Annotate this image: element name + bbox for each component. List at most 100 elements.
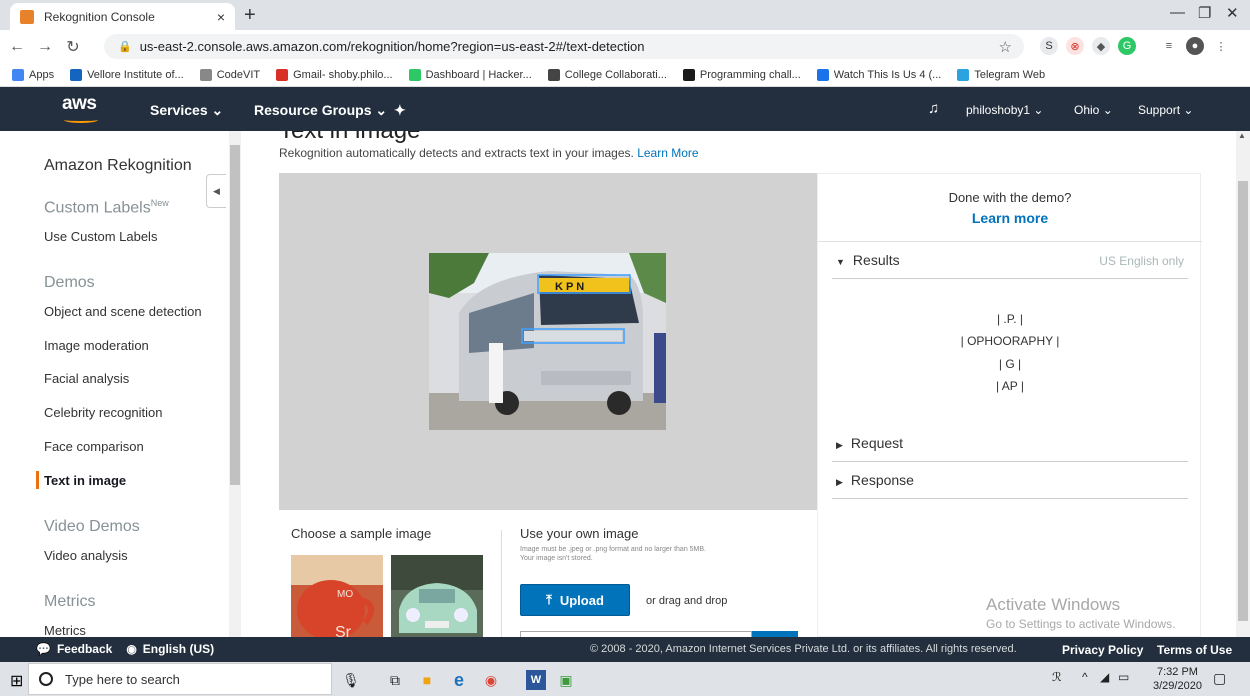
tab-title: Rekognition Console bbox=[44, 9, 155, 24]
resource-groups-menu[interactable]: Resource Groups ⌄ bbox=[254, 102, 387, 119]
language-selector[interactable]: English (US) bbox=[143, 642, 214, 656]
app-icon[interactable]: ▣ bbox=[556, 670, 576, 690]
chrome-icon[interactable]: ◉ bbox=[481, 670, 501, 690]
bookmark-star-icon[interactable]: ☆ bbox=[999, 38, 1012, 56]
address-bar[interactable]: 🔒 us-east-2.console.aws.amazon.com/rekog… bbox=[104, 34, 1024, 59]
main-content: Text in image Rekognition automatically … bbox=[241, 131, 1236, 637]
people-icon[interactable]: ℛ bbox=[1052, 670, 1062, 684]
tray-expand-icon[interactable]: ^ bbox=[1082, 670, 1088, 684]
privacy-policy-link[interactable]: Privacy Policy bbox=[1062, 643, 1143, 657]
support-menu[interactable]: Support ⌄ bbox=[1138, 103, 1193, 117]
caret-right-icon: ▶ bbox=[836, 440, 843, 450]
browser-tab[interactable]: Rekognition Console × bbox=[10, 3, 235, 30]
bookmark-favicon-icon bbox=[547, 68, 560, 81]
sidebar-item-metrics[interactable]: Metrics bbox=[44, 623, 86, 637]
sample-image-area: Choose a sample image MO Sr Use your own… bbox=[279, 510, 817, 637]
microphone-icon[interactable]: 🎙 bbox=[341, 670, 361, 690]
bookmark-item[interactable]: Vellore Institute of... bbox=[70, 68, 184, 81]
notifications-icon[interactable]: ▢ bbox=[1213, 670, 1226, 687]
scrollbar-thumb[interactable] bbox=[1238, 181, 1248, 621]
services-menu[interactable]: Services ⌄ bbox=[150, 102, 223, 119]
extension-icon[interactable]: ◆ bbox=[1092, 37, 1110, 55]
divider bbox=[818, 241, 1202, 242]
request-section-toggle[interactable]: ▶ Request bbox=[836, 435, 903, 451]
maximize-icon[interactable]: ❐ bbox=[1198, 4, 1211, 22]
sidebar-item-face-comparison[interactable]: Face comparison bbox=[44, 439, 144, 454]
bookmark-favicon-icon bbox=[682, 68, 695, 81]
result-text-line: | .P. | bbox=[996, 312, 1024, 326]
extension-icon[interactable]: S bbox=[1040, 37, 1058, 55]
active-indicator bbox=[36, 471, 39, 489]
tab-close-icon[interactable]: × bbox=[217, 9, 225, 25]
system-clock[interactable]: 7:32 PM 3/29/2020 bbox=[1153, 665, 1202, 693]
sidebar-item-object-detection[interactable]: Object and scene detection bbox=[44, 304, 202, 319]
region-menu[interactable]: Ohio ⌄ bbox=[1074, 103, 1113, 117]
response-section-toggle[interactable]: ▶ Response bbox=[836, 472, 914, 488]
sidebar-item-celebrity-recognition[interactable]: Celebrity recognition bbox=[44, 405, 163, 420]
windows-start-icon[interactable]: ⊞ bbox=[10, 671, 23, 691]
result-text-line: | G | bbox=[998, 357, 1022, 371]
bookmark-item[interactable]: Dashboard | Hacker... bbox=[408, 68, 532, 81]
sample-title: Choose a sample image bbox=[291, 526, 432, 541]
bookmarks-bar: Apps Vellore Institute of... CodeVIT Gmail-… bbox=[0, 63, 1250, 87]
pin-icon[interactable]: ✦ bbox=[394, 102, 406, 119]
bookmark-item[interactable]: Telegram Web bbox=[957, 68, 1045, 81]
sample-thumbnail-mug[interactable]: MO Sr bbox=[291, 555, 383, 637]
extension-icon[interactable]: ⊗ bbox=[1066, 37, 1084, 55]
profile-icon[interactable]: ● bbox=[1186, 37, 1204, 55]
sidebar-item-use-custom-labels[interactable]: Use Custom Labels bbox=[44, 229, 157, 244]
page-title: Text in image bbox=[279, 131, 420, 145]
sidebar-heading-demos: Demos bbox=[44, 274, 95, 291]
sidebar-title[interactable]: Amazon Rekognition bbox=[44, 157, 192, 175]
results-section-toggle[interactable]: ▼ Results bbox=[836, 252, 900, 268]
learn-more-link[interactable]: Learn More bbox=[637, 146, 698, 160]
bookmark-item[interactable]: Programming chall... bbox=[682, 68, 801, 81]
feedback-link[interactable]: Feedback bbox=[57, 642, 112, 656]
results-panel: Done with the demo? Learn more ▼ Results … bbox=[817, 173, 1202, 637]
aws-header: aws Services ⌄ Resource Groups ⌄ ✦ ♫ phi… bbox=[0, 87, 1250, 131]
upload-button[interactable]: ⤒ Upload bbox=[520, 584, 630, 616]
terms-of-use-link[interactable]: Terms of Use bbox=[1157, 643, 1232, 657]
reload-icon[interactable]: ↻ bbox=[62, 37, 84, 57]
menu-icon[interactable]: ⋮ bbox=[1212, 37, 1230, 55]
minimize-icon[interactable]: — bbox=[1170, 4, 1185, 21]
sample-thumbnail-car[interactable] bbox=[391, 555, 483, 637]
word-icon[interactable]: W bbox=[526, 670, 546, 690]
reading-list-icon[interactable]: ≡ bbox=[1160, 37, 1178, 55]
bell-icon[interactable]: ♫ bbox=[928, 100, 939, 117]
divider bbox=[501, 530, 502, 637]
intro-text: Rekognition automatically detects and ex… bbox=[279, 146, 699, 160]
sidebar-item-video-analysis[interactable]: Video analysis bbox=[44, 548, 128, 563]
windows-taskbar: ⊞ Type here to search 🎙 ⧉ ■ e ◉ W ▣ ℛ ^ … bbox=[0, 662, 1250, 696]
collapse-sidebar-icon[interactable]: ◀ bbox=[206, 174, 226, 208]
aws-logo[interactable]: aws bbox=[62, 93, 98, 123]
bookmark-item[interactable]: College Collaborati... bbox=[547, 68, 667, 81]
back-icon[interactable]: ← bbox=[6, 38, 28, 56]
forward-icon[interactable]: → bbox=[34, 38, 56, 56]
learn-more-button[interactable]: Learn more bbox=[818, 210, 1202, 226]
bookmark-favicon-icon bbox=[199, 68, 212, 81]
sidebar-item-facial-analysis[interactable]: Facial analysis bbox=[44, 371, 129, 386]
bookmark-item[interactable]: Gmail- shoby.philo... bbox=[276, 68, 393, 81]
scroll-up-icon[interactable]: ▲ bbox=[1238, 131, 1246, 140]
taskbar-search-box[interactable]: Type here to search bbox=[28, 663, 332, 695]
window-close-icon[interactable]: ✕ bbox=[1226, 4, 1239, 22]
sidebar-item-image-moderation[interactable]: Image moderation bbox=[44, 338, 149, 353]
bookmark-item[interactable]: Watch This Is Us 4 (... bbox=[816, 68, 941, 81]
scrollbar-thumb[interactable] bbox=[230, 145, 240, 485]
bookmark-item[interactable]: CodeVIT bbox=[199, 68, 260, 81]
sidebar-item-text-in-image[interactable]: Text in image bbox=[44, 473, 126, 488]
new-tab-button[interactable]: + bbox=[244, 4, 256, 27]
page-scrollbar[interactable]: ▲ bbox=[1236, 131, 1250, 637]
edge-icon[interactable]: e bbox=[449, 670, 469, 690]
bookmark-item[interactable]: Apps bbox=[12, 68, 54, 81]
grammarly-icon[interactable]: G bbox=[1118, 37, 1136, 55]
battery-icon[interactable]: ▭ bbox=[1118, 670, 1129, 684]
task-view-icon[interactable]: ⧉ bbox=[385, 670, 405, 690]
svg-text:MO: MO bbox=[337, 589, 353, 600]
file-explorer-icon[interactable]: ■ bbox=[417, 670, 437, 690]
wifi-icon[interactable]: ◢ bbox=[1100, 670, 1109, 684]
account-menu[interactable]: philoshoby1 ⌄ bbox=[966, 103, 1043, 117]
sidebar: Amazon Rekognition ◀ Custom LabelsNew Us… bbox=[0, 131, 241, 637]
sidebar-scrollbar[interactable] bbox=[229, 131, 241, 637]
